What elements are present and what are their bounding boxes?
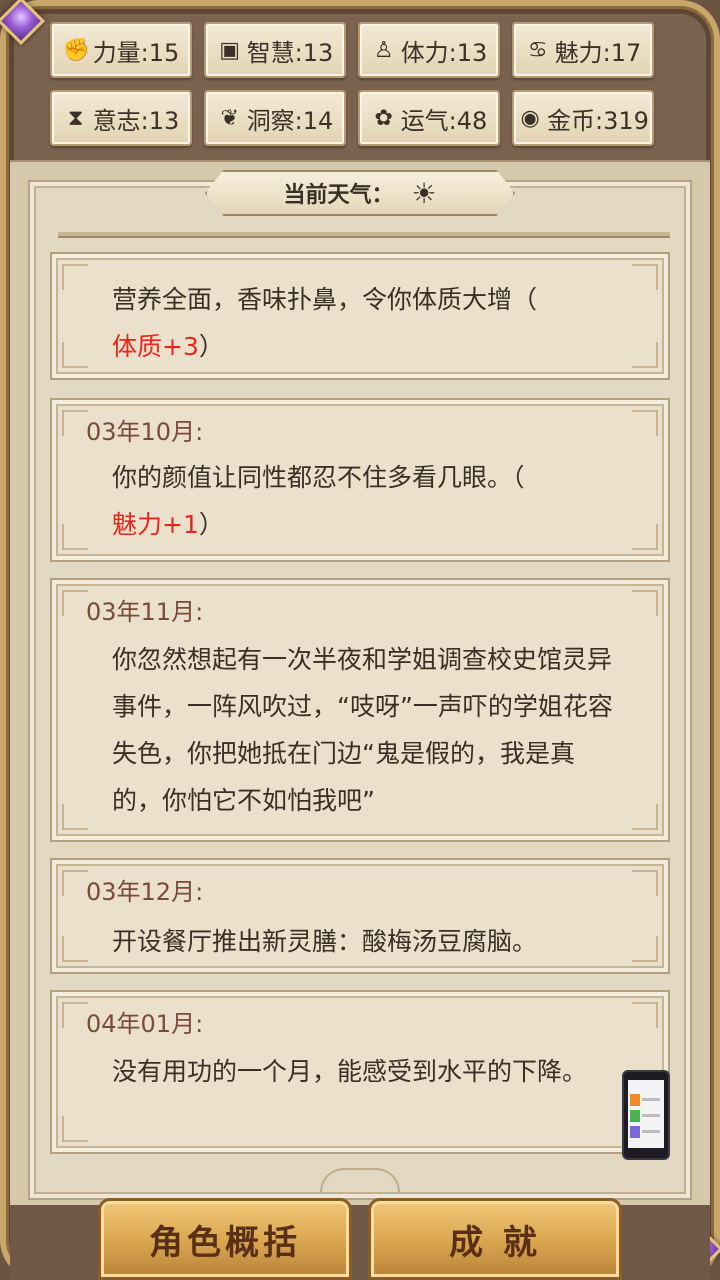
stat-label: 金币:319 bbox=[547, 106, 649, 135]
entry-text: 没有用功的一个月，能感受到水平的下降。 bbox=[112, 1057, 588, 1086]
entry-text: 你的颜值让同性都忍不住多看几眼。（ 魅力+1） bbox=[112, 463, 525, 539]
charm-icon: ♋ bbox=[527, 37, 548, 63]
stat-label: 运气:48 bbox=[400, 106, 488, 135]
log-entry: 03年10月: 你的颜值让同性都忍不住多看几眼。（ 魅力+1） bbox=[50, 398, 670, 562]
stat-strength: ✊ 力量:15 bbox=[50, 22, 192, 78]
log-entry: 营养全面，香味扑鼻，令你体质大增（ 体质+3） bbox=[50, 252, 670, 380]
entry-date: 03年12月: bbox=[86, 878, 204, 906]
stat-charm: ♋ 魅力:17 bbox=[512, 22, 654, 78]
weather-label: 当前天气： bbox=[283, 183, 394, 208]
entry-text: 营养全面，香味扑鼻，令你体质大增（ 体质+3） bbox=[112, 285, 538, 361]
stat-insight: ❦ 洞察:14 bbox=[204, 90, 346, 146]
divider bbox=[58, 232, 670, 238]
stat-label: 智慧:13 bbox=[246, 38, 334, 67]
coin-icon: ◉ bbox=[520, 105, 540, 131]
log-entry: 03年11月: 你忽然想起有一次半夜和学姐调查校史馆灵异事件，一阵风吹过，“吱呀… bbox=[50, 578, 670, 842]
bonus-text: 魅力+1 bbox=[112, 510, 199, 539]
sun-icon: ☀ bbox=[411, 176, 437, 210]
stat-label: 魅力:17 bbox=[554, 38, 642, 67]
swirl-ornament bbox=[320, 1168, 400, 1192]
stat-wisdom: ▣ 智慧:13 bbox=[204, 22, 346, 78]
entry-text: 开设餐厅推出新灵膳：酸梅汤豆腐脑。 bbox=[112, 927, 538, 956]
hourglass-icon: ⧗ bbox=[67, 105, 84, 131]
stat-will: ⧗ 意志:13 bbox=[50, 90, 192, 146]
weather-banner: 当前天气： ☀ bbox=[205, 170, 515, 216]
book-icon: ▣ bbox=[219, 37, 241, 63]
stat-label: 洞察:14 bbox=[246, 106, 334, 135]
person-icon: ♙ bbox=[373, 37, 394, 63]
log-entry: 03年12月: 开设餐厅推出新灵膳：酸梅汤豆腐脑。 bbox=[50, 858, 670, 974]
entry-date: 03年10月: bbox=[86, 418, 204, 446]
stat-label: 体力:13 bbox=[400, 38, 488, 67]
entry-text: 你忽然想起有一次半夜和学姐调查校史馆灵异事件，一阵风吹过，“吱呀”一声吓的学姐花… bbox=[112, 645, 613, 815]
log-entry: 04年01月: 没有用功的一个月，能感受到水平的下降。 bbox=[50, 990, 670, 1154]
stat-luck: ✿ 运气:48 bbox=[358, 90, 500, 146]
stats-panel: ✊ 力量:15 ▣ 智慧:13 ♙ 体力:13 ♋ 魅力:17 ⧗ 意志:13 … bbox=[50, 22, 670, 152]
bonus-text: 体质+3 bbox=[112, 332, 199, 361]
character-overview-button[interactable]: 角色概括 bbox=[98, 1198, 352, 1280]
stat-gold: ◉ 金币:319 bbox=[512, 90, 654, 146]
entry-date: 03年11月: bbox=[86, 598, 204, 626]
entry-date: 04年01月: bbox=[86, 1010, 204, 1038]
clover-icon: ✿ bbox=[374, 105, 393, 131]
stat-label: 力量:15 bbox=[92, 38, 180, 67]
wing-icon: ❦ bbox=[220, 105, 239, 131]
achievements-button[interactable]: 成 就 bbox=[368, 1198, 622, 1280]
stat-stamina: ♙ 体力:13 bbox=[358, 22, 500, 78]
floating-phone-icon[interactable] bbox=[622, 1070, 670, 1160]
fist-icon: ✊ bbox=[62, 37, 91, 63]
stat-label: 意志:13 bbox=[92, 106, 180, 135]
